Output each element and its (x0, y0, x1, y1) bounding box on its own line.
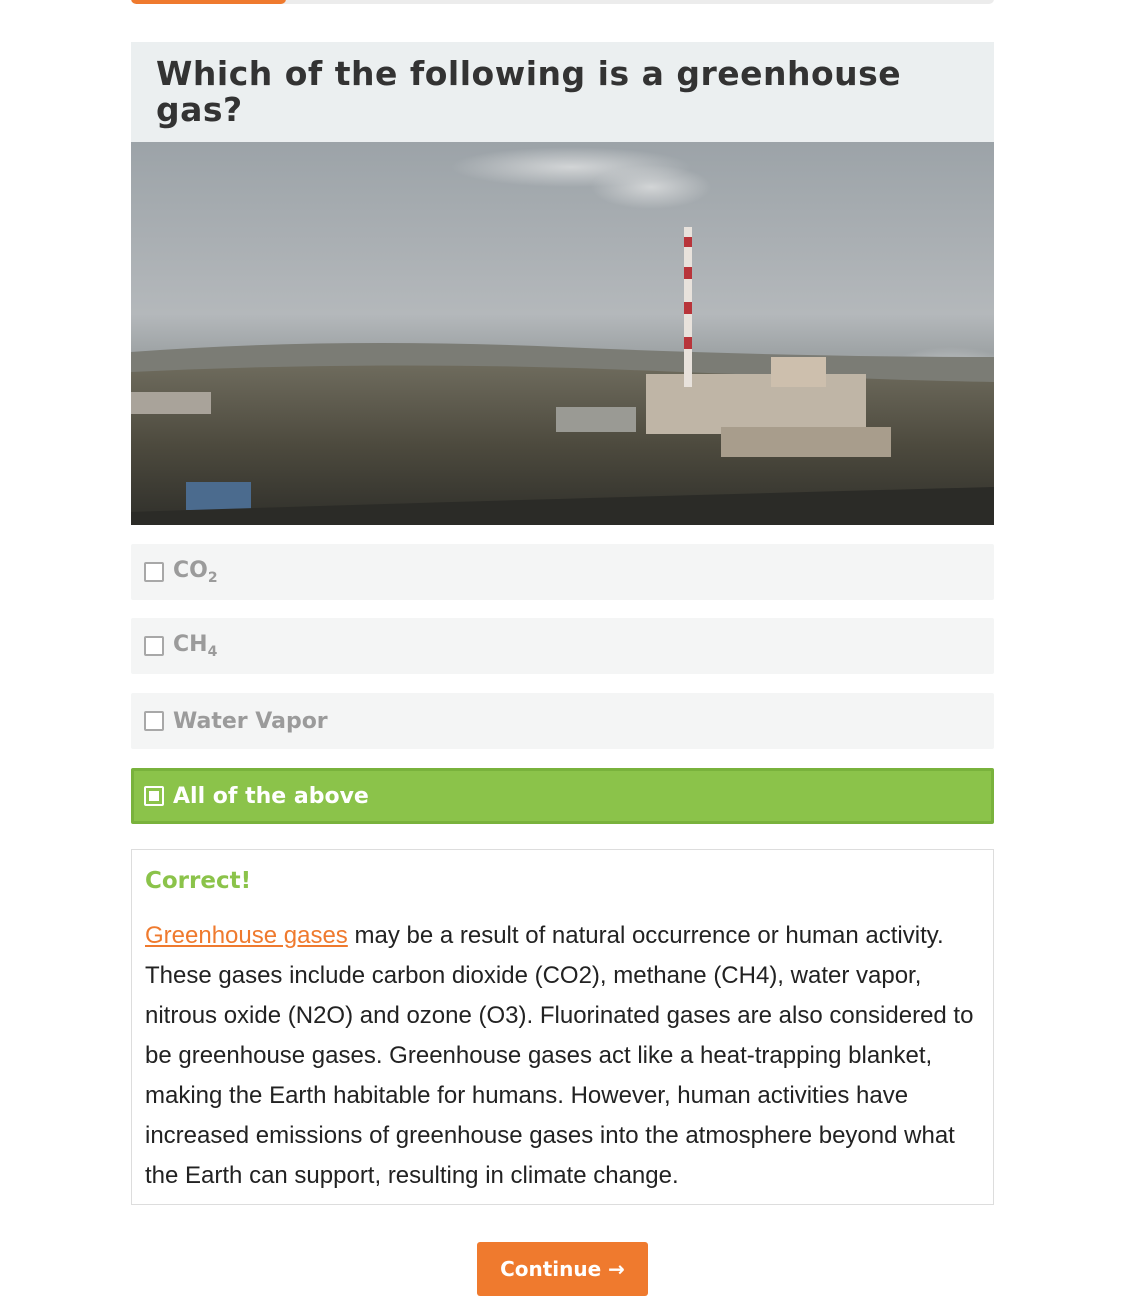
option-label: CO2 (173, 558, 218, 586)
answer-option-co2[interactable]: CO2 (131, 544, 994, 600)
question-card: Which of the following is a greenhouse g… (131, 42, 994, 525)
feedback-panel: Correct! Greenhouse gases may be a resul… (131, 849, 994, 1205)
option-checkbox-checked[interactable] (144, 786, 164, 806)
option-label: All of the above (173, 783, 369, 809)
quiz-progress-fill (131, 0, 287, 4)
question-header: Which of the following is a greenhouse g… (131, 42, 994, 142)
option-label: Water Vapor (173, 708, 328, 734)
option-checkbox[interactable] (144, 711, 164, 731)
option-label: CH4 (173, 632, 218, 660)
answer-option-all-of-the-above[interactable]: All of the above (131, 768, 994, 824)
continue-button[interactable]: Continue → (477, 1242, 648, 1296)
option-checkbox[interactable] (144, 562, 164, 582)
answer-option-water-vapor[interactable]: Water Vapor (131, 693, 994, 749)
option-checkbox[interactable] (144, 636, 164, 656)
feedback-body: may be a result of natural occurrence or… (145, 922, 974, 1189)
answer-option-ch4[interactable]: CH4 (131, 618, 994, 674)
feedback-text: Greenhouse gases may be a result of natu… (145, 916, 980, 1196)
quiz-progress-bar (131, 0, 994, 4)
greenhouse-gases-link[interactable]: Greenhouse gases (145, 922, 348, 949)
power-plant-photo (131, 142, 994, 525)
question-title: Which of the following is a greenhouse g… (156, 54, 902, 129)
feedback-title: Correct! (145, 868, 252, 894)
